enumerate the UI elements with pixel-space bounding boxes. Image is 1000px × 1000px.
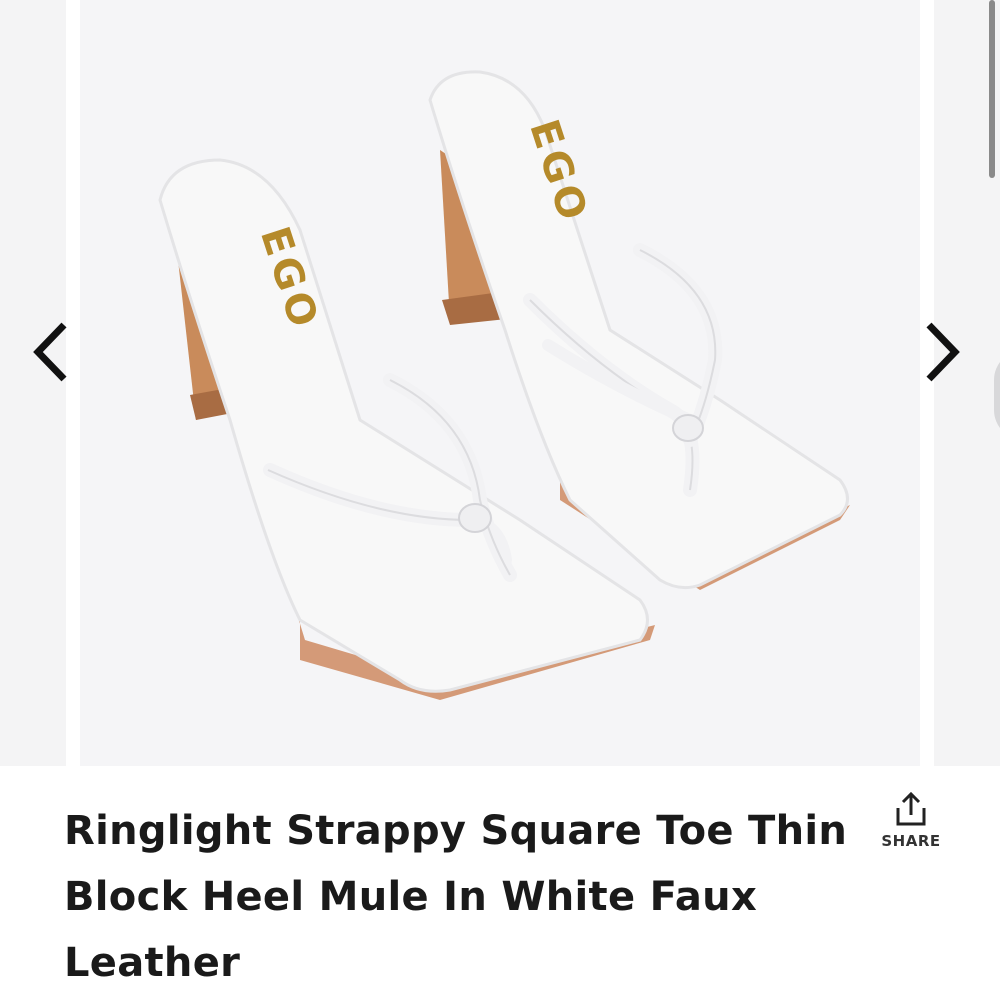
product-title: Ringlight Strappy Square Toe Thin Block …	[64, 808, 848, 986]
chevron-left-icon	[33, 322, 67, 382]
next-image-button[interactable]	[909, 312, 979, 392]
share-upload-icon	[896, 791, 926, 826]
product-image-carousel[interactable]: EGO EGO	[0, 0, 1000, 766]
share-label: SHARE	[881, 832, 941, 850]
chevron-right-icon	[926, 322, 960, 382]
product-photo-white-mules: EGO EGO	[158, 70, 850, 700]
previous-image-button[interactable]	[14, 312, 84, 392]
page-scrollbar[interactable]	[989, 0, 995, 178]
share-button[interactable]: SHARE	[876, 790, 946, 860]
